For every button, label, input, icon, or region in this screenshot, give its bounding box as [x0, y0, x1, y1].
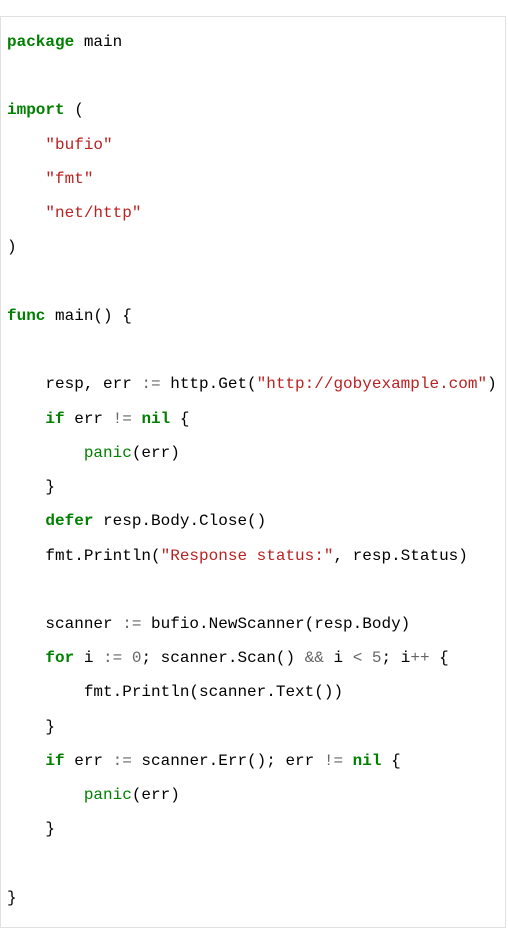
op-assign: :=: [113, 752, 132, 770]
keyword-nil: nil: [141, 410, 170, 428]
code-text: err: [65, 752, 113, 770]
builtin-panic: panic: [84, 444, 132, 462]
number-five: 5: [372, 649, 382, 667]
keyword-if: if: [45, 410, 64, 428]
op-inc: ++: [410, 649, 429, 667]
code-text: i: [324, 649, 353, 667]
paren-close: ): [7, 238, 17, 256]
code-text: {: [170, 410, 189, 428]
code-text: fmt.Println(: [7, 547, 161, 565]
space: [132, 410, 142, 428]
package-name: main: [74, 33, 122, 51]
func-signature: main() {: [45, 307, 131, 325]
space: [122, 649, 132, 667]
string-url: "http://gobyexample.com": [257, 375, 487, 393]
op-assign: :=: [122, 615, 141, 633]
code-text: (err): [132, 786, 180, 804]
keyword-func: func: [7, 307, 45, 325]
code-block: package main import ( "bufio" "fmt" "net…: [0, 16, 506, 928]
code-text: {: [430, 649, 449, 667]
string-status: "Response status:": [161, 547, 334, 565]
op-lt: <: [353, 649, 363, 667]
import-bufio: "bufio": [45, 136, 112, 154]
code-text: (err): [132, 444, 180, 462]
code-text: , resp.Status): [333, 547, 467, 565]
code-text: ; scanner.Scan(): [141, 649, 304, 667]
keyword-nil: nil: [353, 752, 382, 770]
keyword-package: package: [7, 33, 74, 51]
brace-close: }: [7, 718, 55, 736]
space: [362, 649, 372, 667]
brace-close: }: [7, 478, 55, 496]
keyword-defer: defer: [45, 512, 93, 530]
paren-open: (: [65, 101, 84, 119]
brace-close: }: [7, 820, 55, 838]
code-text: {: [381, 752, 400, 770]
number-zero: 0: [132, 649, 142, 667]
code-text: fmt.Println(scanner.Text()): [7, 683, 343, 701]
code-text: i: [74, 649, 103, 667]
op-assign: :=: [141, 375, 160, 393]
keyword-for: for: [45, 649, 74, 667]
code-text: resp, err: [7, 375, 141, 393]
code-text: scanner: [7, 615, 122, 633]
space: [343, 752, 353, 770]
op-assign: :=: [103, 649, 122, 667]
op-and: &&: [305, 649, 324, 667]
code-text: ; i: [382, 649, 411, 667]
code-text: resp.Body.Close(): [93, 512, 266, 530]
code-text: scanner.Err(); err: [132, 752, 324, 770]
code-text: http.Get(: [161, 375, 257, 393]
keyword-import: import: [7, 101, 65, 119]
import-nethttp: "net/http": [45, 204, 141, 222]
builtin-panic: panic: [84, 786, 132, 804]
import-fmt: "fmt": [45, 170, 93, 188]
brace-close-final: }: [7, 889, 17, 907]
op-neq: !=: [324, 752, 343, 770]
code-text: ): [487, 375, 497, 393]
code-text: err: [65, 410, 113, 428]
keyword-if: if: [45, 752, 64, 770]
op-neq: !=: [113, 410, 132, 428]
code-text: bufio.NewScanner(resp.Body): [141, 615, 410, 633]
